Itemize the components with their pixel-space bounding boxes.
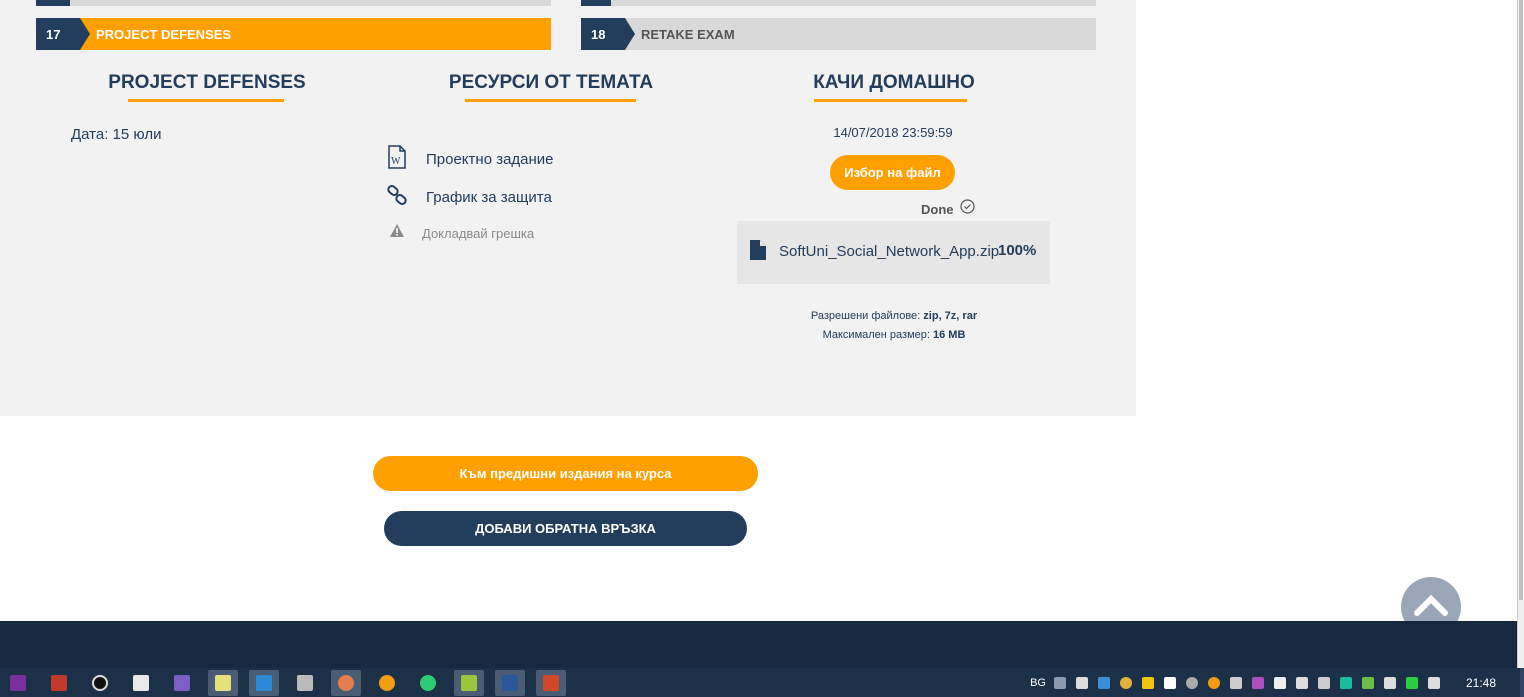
homework-deadline: 14/07/2018 23:59:59	[833, 125, 953, 140]
language-indicator[interactable]: BG	[1030, 677, 1046, 689]
homework-title: КАЧИ ДОМАШНО	[813, 72, 975, 93]
uploaded-file-name: SoftUni_Social_Network_App.zip	[779, 243, 1000, 260]
upload-progress: 100%	[998, 242, 1037, 259]
dropbox-icon[interactable]	[1163, 676, 1176, 689]
resources-title-underline	[465, 99, 636, 102]
lecture-title: PROJECT DEFENSES	[96, 26, 232, 42]
upload-status-label: Done	[921, 201, 954, 217]
chrome-icon[interactable]	[1119, 676, 1132, 689]
report-issue-label: Докладвай грешка	[422, 226, 535, 241]
link-icon	[386, 184, 408, 211]
cloud-icon[interactable]	[1097, 676, 1110, 689]
network-check-icon[interactable]	[1361, 676, 1374, 689]
previous-editions-button[interactable]: Към предишни издания на курса	[373, 456, 758, 491]
homework-title-underline	[814, 99, 967, 102]
max-size-label: Максимален размер:	[822, 329, 930, 341]
windows-taskbar: BG 21:48	[0, 668, 1524, 697]
resource-label: Проектно задание	[426, 151, 554, 168]
max-size-value: 16 MB	[933, 329, 966, 341]
previous-lecture-tab-bottom-right	[581, 0, 1096, 6]
firefox-taskbar-icon[interactable]	[372, 670, 402, 696]
resource-label: График за защита	[426, 189, 552, 206]
shield-icon[interactable]	[1141, 676, 1154, 689]
upload-status: Done	[921, 199, 975, 219]
word-taskbar-icon[interactable]	[495, 669, 525, 696]
device-icon[interactable]	[1317, 676, 1330, 689]
link-tray-icon[interactable]	[1185, 676, 1198, 689]
resources-title: РЕСУРСИ ОТ ТЕМАТА	[448, 72, 654, 93]
system-tray: BG 21:48	[1030, 668, 1524, 697]
volume-icon[interactable]	[1383, 676, 1396, 689]
battery-icon[interactable]	[1405, 676, 1418, 689]
site-footer	[0, 621, 1517, 668]
powerpoint-taskbar-icon[interactable]	[536, 669, 566, 696]
storage-icon[interactable]	[1229, 676, 1242, 689]
color-picker-icon[interactable]	[1207, 676, 1220, 689]
svg-text:W: W	[391, 156, 401, 167]
previous-lecture-tab-bottom	[36, 0, 551, 6]
tray-app-icon[interactable]	[1075, 676, 1088, 689]
taskbar-clock[interactable]: 21:48	[1466, 676, 1496, 690]
onenote-tray-icon[interactable]	[1251, 676, 1264, 689]
tray-utility-icon[interactable]	[1339, 676, 1352, 689]
chevron-up-icon	[1414, 594, 1448, 621]
report-issue-link[interactable]: Докладвай грешка	[386, 223, 534, 244]
onenote-taskbar-icon[interactable]	[3, 670, 33, 696]
uploaded-file-box: SoftUni_Social_Network_App.zip 100%	[737, 221, 1050, 284]
allowed-files-line: Разрешени файлове: zip, 7z, rar	[760, 310, 1028, 322]
visual-studio-taskbar-icon[interactable]	[167, 670, 197, 696]
check-circle-icon	[959, 199, 975, 219]
notepad-taskbar-icon[interactable]	[208, 669, 238, 696]
choose-file-button[interactable]: Избор на файл	[830, 155, 955, 190]
obs-taskbar-icon[interactable]	[85, 670, 115, 696]
resource-item[interactable]: W Проектно задание	[386, 145, 554, 174]
show-desktop-button[interactable]	[1520, 668, 1524, 697]
lecture-date: Дата: 15 юли	[71, 126, 162, 143]
keyboard-icon[interactable]	[1053, 676, 1066, 689]
browser-taskbar-icon[interactable]	[331, 669, 361, 696]
course-section: 17 PROJECT DEFENSES 18 RETAKE EXAM PROJE…	[0, 0, 1136, 416]
lecture-tab-17[interactable]: 17 PROJECT DEFENSES	[36, 18, 551, 50]
tools-taskbar-icon[interactable]	[290, 670, 320, 696]
allowed-files-value: zip, 7z, rar	[923, 310, 978, 322]
scrollbar-thumb[interactable]	[1519, 0, 1523, 600]
lecture-number: 17	[36, 18, 90, 50]
allowed-files-label: Разрешени файлове:	[810, 310, 921, 322]
warning-icon	[386, 223, 408, 244]
calculator-taskbar-icon[interactable]	[126, 670, 156, 696]
add-feedback-button[interactable]: ДОБАВИ ОБРАТНА ВРЪЗКА	[384, 511, 747, 546]
resource-item[interactable]: График за защита	[386, 184, 552, 211]
word-document-icon: W	[386, 145, 408, 174]
lecture-title: RETAKE EXAM	[641, 26, 735, 42]
info-title-underline	[128, 99, 284, 102]
lecture-tab-18[interactable]: 18 RETAKE EXAM	[581, 18, 1096, 50]
info-title: PROJECT DEFENSES	[108, 72, 306, 93]
xmind-taskbar-icon[interactable]	[44, 670, 74, 696]
file-icon	[750, 240, 766, 265]
tor-taskbar-icon[interactable]	[413, 670, 443, 696]
page-scrollbar[interactable]	[1517, 0, 1524, 668]
max-size-line: Максимален размер: 16 MB	[760, 329, 1028, 341]
lecture-number: 18	[581, 18, 635, 50]
book-taskbar-icon[interactable]	[454, 669, 484, 696]
wifi-signal-icon[interactable]	[1427, 676, 1440, 689]
vscode-taskbar-icon[interactable]	[249, 669, 279, 696]
lock-icon[interactable]	[1295, 676, 1308, 689]
clipboard-icon[interactable]	[1273, 676, 1286, 689]
